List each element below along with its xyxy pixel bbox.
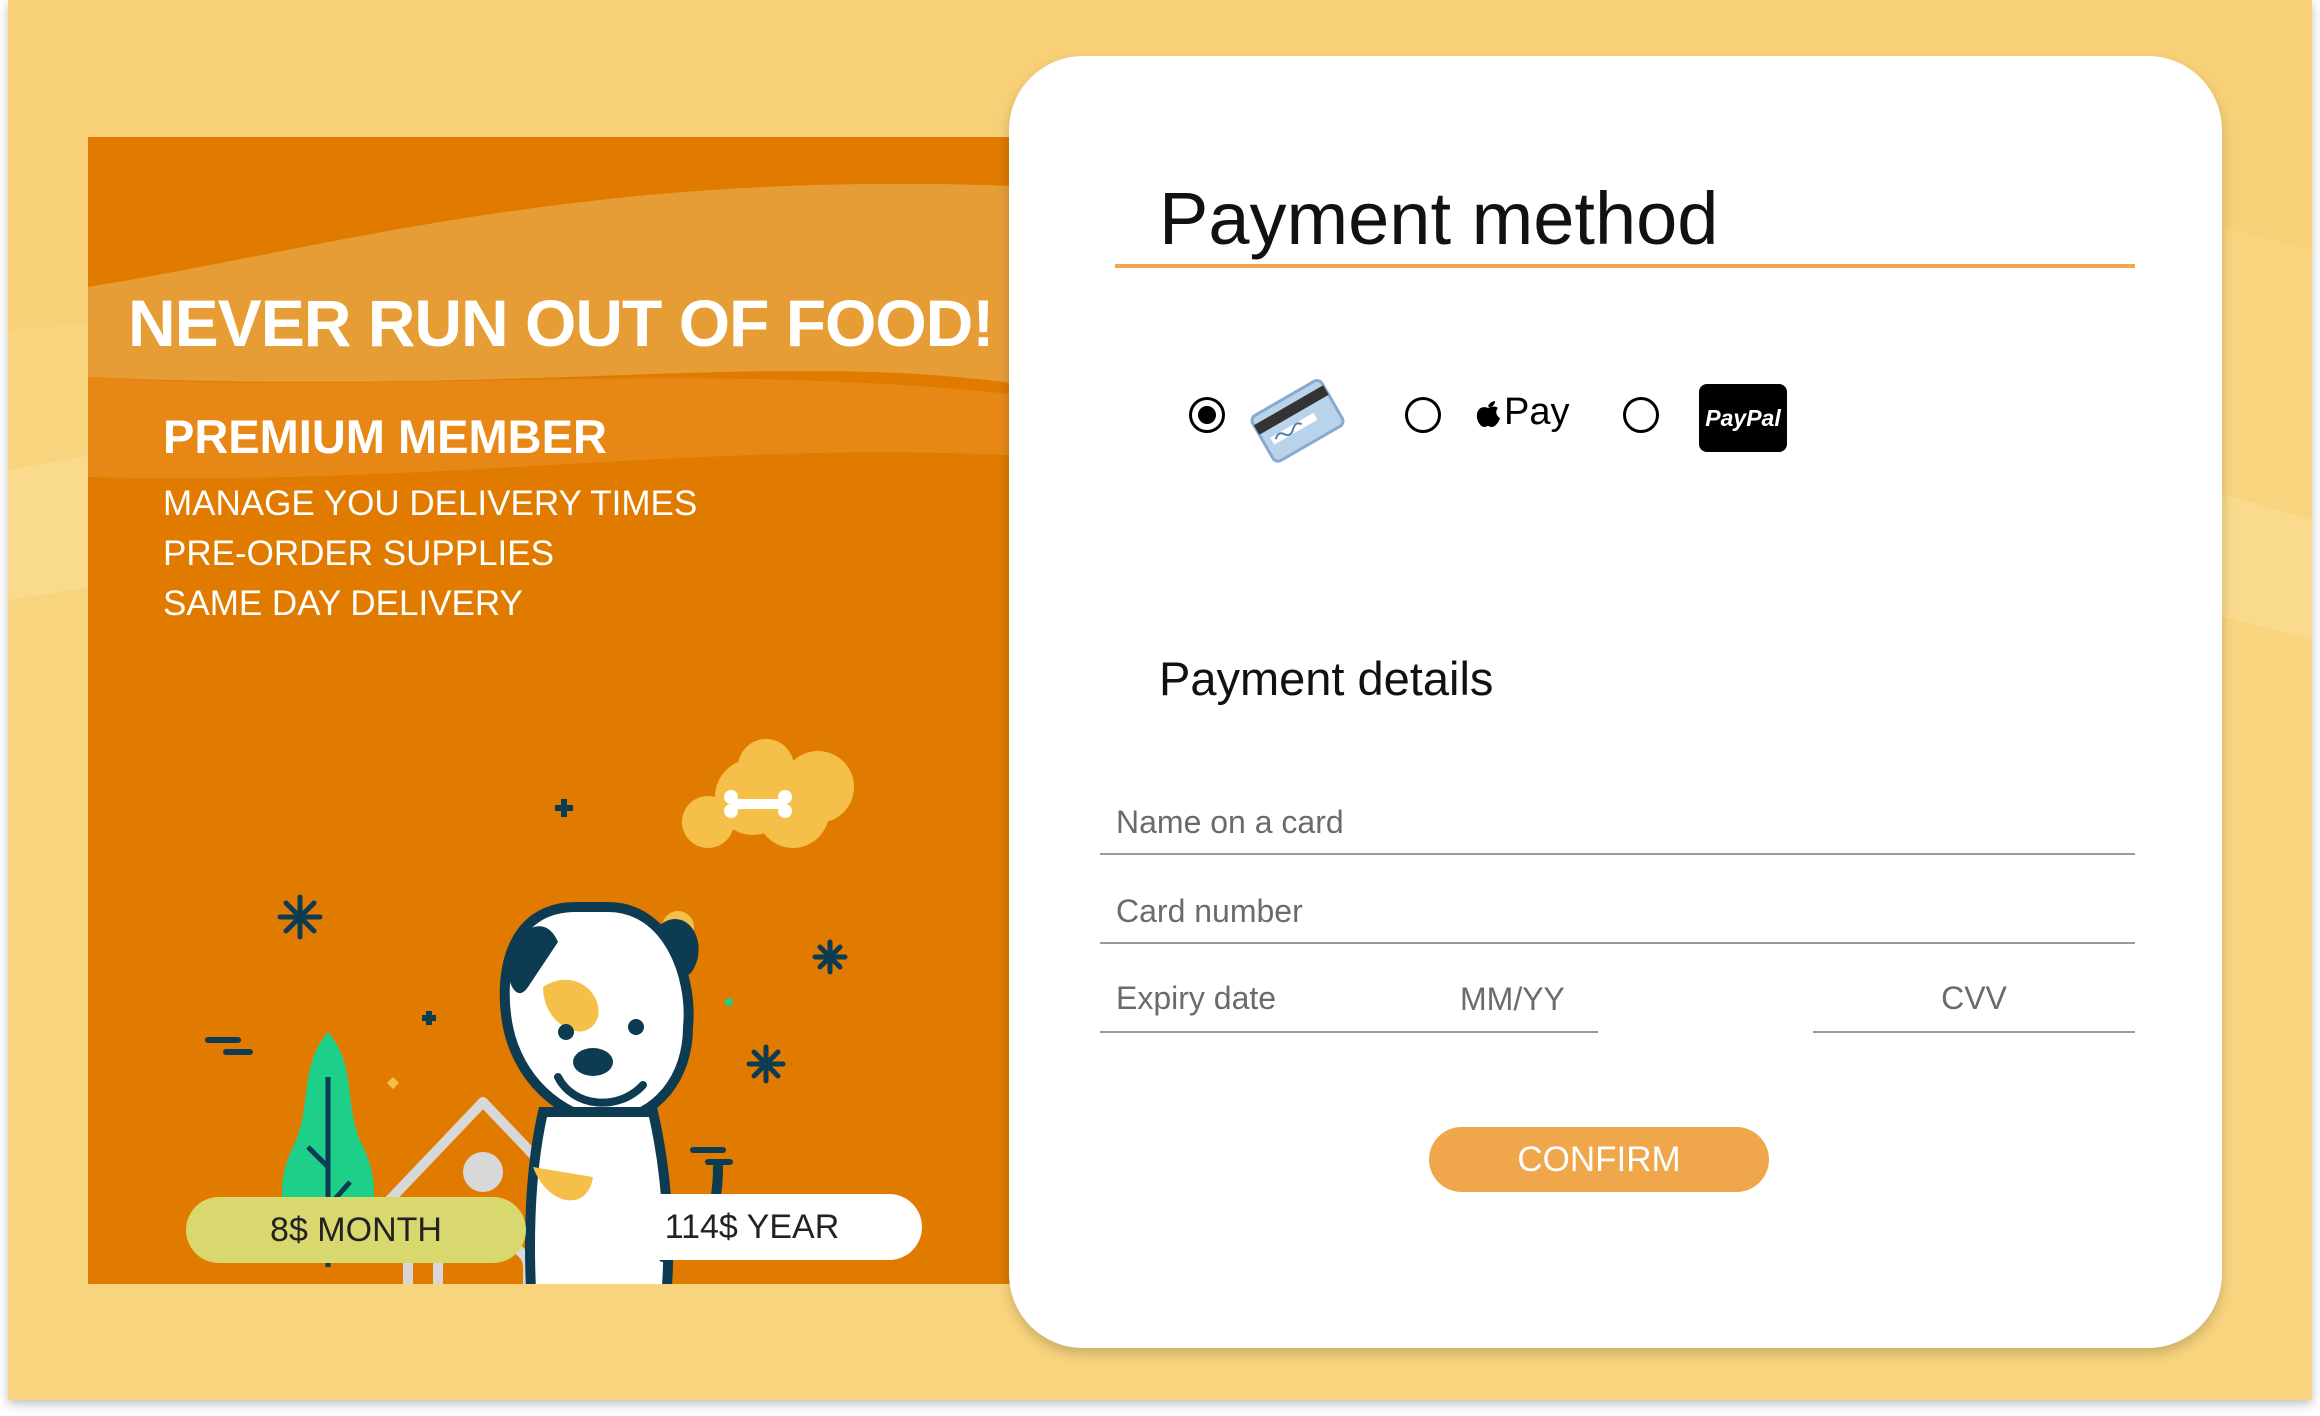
paypal-radio[interactable] bbox=[1623, 397, 1659, 433]
name-on-card-input[interactable] bbox=[1100, 791, 2135, 855]
promo-panel: NEVER RUN OUT OF FOOD! PREMIUM MEMBER MA… bbox=[88, 137, 1038, 1284]
payment-card: Payment method Pay PayPal Payment detail… bbox=[1009, 56, 2222, 1348]
plan-title: PREMIUM MEMBER bbox=[163, 410, 607, 463]
app-frame: NEVER RUN OUT OF FOOD! PREMIUM MEMBER MA… bbox=[8, 0, 2312, 1400]
payment-method-title: Payment method bbox=[1159, 177, 1719, 260]
apple-pay-logo[interactable]: Pay bbox=[1475, 391, 1569, 434]
apple-pay-label: Pay bbox=[1504, 391, 1570, 433]
apple-pay-radio[interactable] bbox=[1405, 397, 1441, 433]
dog-illustration bbox=[205, 739, 867, 1284]
card-number-input[interactable] bbox=[1100, 880, 2135, 944]
year-plan-button[interactable]: 114$ YEAR bbox=[582, 1194, 922, 1260]
confirm-button[interactable]: CONFIRM bbox=[1429, 1127, 1769, 1192]
card-radio[interactable] bbox=[1189, 397, 1225, 433]
credit-card-icon[interactable] bbox=[1247, 370, 1347, 470]
expiry-format-hint: MM/YY bbox=[1460, 981, 1565, 1017]
title-underline bbox=[1115, 264, 2135, 268]
paypal-logo[interactable]: PayPal bbox=[1699, 384, 1787, 452]
month-plan-button[interactable]: 8$ MONTH bbox=[186, 1197, 526, 1263]
promo-headline: NEVER RUN OUT OF FOOD! bbox=[128, 286, 994, 360]
payment-details-title: Payment details bbox=[1159, 652, 1494, 705]
feature-item: PRE-ORDER SUPPLIES bbox=[163, 534, 554, 573]
cvv-input[interactable] bbox=[1813, 966, 2135, 1033]
apple-icon bbox=[1476, 400, 1500, 427]
feature-item: MANAGE YOU DELIVERY TIMES bbox=[163, 484, 698, 523]
